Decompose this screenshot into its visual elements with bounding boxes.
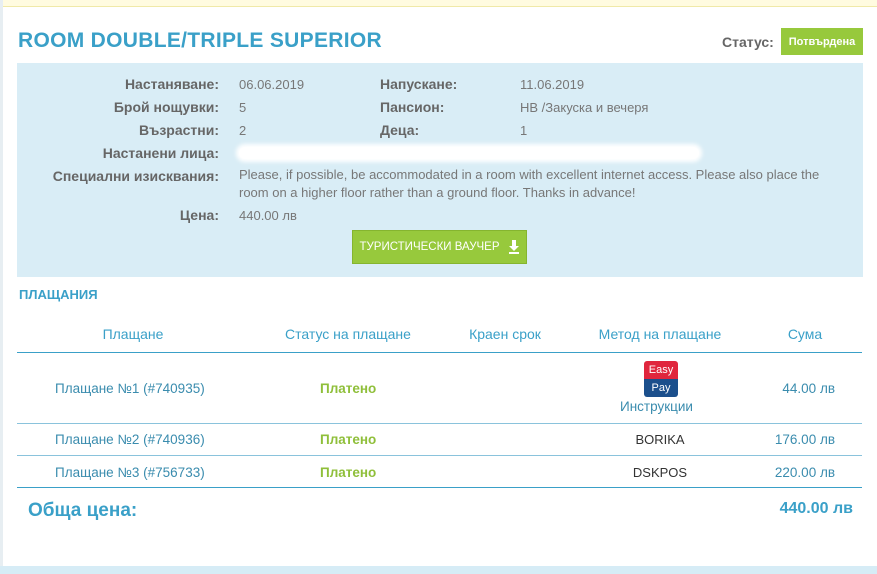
left-border	[0, 0, 3, 574]
checkin-label: Настаняване:	[124, 76, 219, 92]
checkout-value: 11.06.2019	[520, 77, 585, 92]
payment-3-method: DSKPOS	[632, 465, 688, 480]
requests-text: Please, if possible, be accommodated in …	[239, 167, 820, 200]
adults-value: 2	[239, 123, 247, 138]
reservation-details-panel: Настаняване: 06.06.2019 Напускане: 11.06…	[17, 63, 863, 277]
header-deadline: Краен срок	[469, 326, 541, 342]
guests-label: Настанени лица:	[102, 145, 219, 161]
payment-2-method: BORIKA	[635, 432, 685, 447]
guests-redacted	[239, 147, 699, 159]
board-value: HB /Закуска и вечеря	[520, 100, 649, 115]
easypay-instructions-link[interactable]: Инструкции	[620, 399, 693, 414]
row-divider	[17, 455, 862, 456]
payment-3-link[interactable]: Плащане №3 (#756733)	[55, 465, 205, 480]
voucher-button-label: ТУРИСТИЧЕСКИ ВАУЧЕР	[359, 241, 500, 253]
header-payment-method: Метод на плащане	[598, 326, 722, 342]
easypay-logo-top: Easy	[644, 361, 678, 379]
top-strip	[0, 0, 877, 7]
children-value: 1	[520, 123, 528, 138]
tourist-voucher-button[interactable]: ТУРИСТИЧЕСКИ ВАУЧЕР	[352, 230, 527, 264]
payment-1-amount: 44.00 лв	[782, 381, 835, 396]
checkout-label: Напускане:	[380, 76, 458, 92]
total-value: 440.00 лв	[779, 500, 853, 517]
room-title: ROOM DOUBLE/TRIPLE SUPERIOR	[18, 29, 382, 52]
adults-label: Възрастни:	[139, 122, 219, 138]
children-label: Деца:	[380, 122, 420, 138]
download-icon	[508, 240, 519, 254]
payment-1-link[interactable]: Плащане №1 (#740935)	[55, 381, 205, 396]
easypay-logo-bottom: Pay	[644, 379, 678, 397]
header-amount: Сума	[787, 326, 823, 342]
table-footer-divider	[17, 487, 862, 488]
easypay-logo: Easy Pay	[644, 361, 678, 397]
nights-label: Брой нощувки:	[113, 99, 219, 115]
payment-1-status: Платено	[320, 381, 377, 396]
payment-3-amount: 220.00 лв	[774, 465, 835, 480]
payment-2-amount: 176.00 лв	[774, 432, 835, 447]
payment-3-status: Платено	[320, 465, 377, 480]
payment-2-link[interactable]: Плащане №2 (#740936)	[55, 432, 205, 447]
status-label: Статус:	[722, 34, 774, 50]
total-label: Обща цена:	[28, 500, 138, 521]
nights-value: 5	[239, 100, 247, 115]
checkin-value: 06.06.2019	[239, 77, 305, 92]
header-payment: Плащане	[102, 326, 164, 342]
board-label: Пансион:	[380, 99, 445, 115]
status-badge: Потвърдена	[781, 28, 863, 55]
table-header-divider	[17, 352, 862, 353]
payments-title: ПЛАЩАНИЯ	[19, 287, 98, 302]
payment-2-status: Платено	[320, 432, 377, 447]
bottom-strip	[0, 566, 877, 574]
price-value: 440.00 лв	[239, 208, 297, 223]
header-payment-status: Статус на плащане	[285, 326, 411, 342]
price-label: Цена:	[179, 207, 219, 223]
requests-label: Специални изисквания:	[52, 168, 219, 184]
row-divider	[17, 423, 862, 424]
